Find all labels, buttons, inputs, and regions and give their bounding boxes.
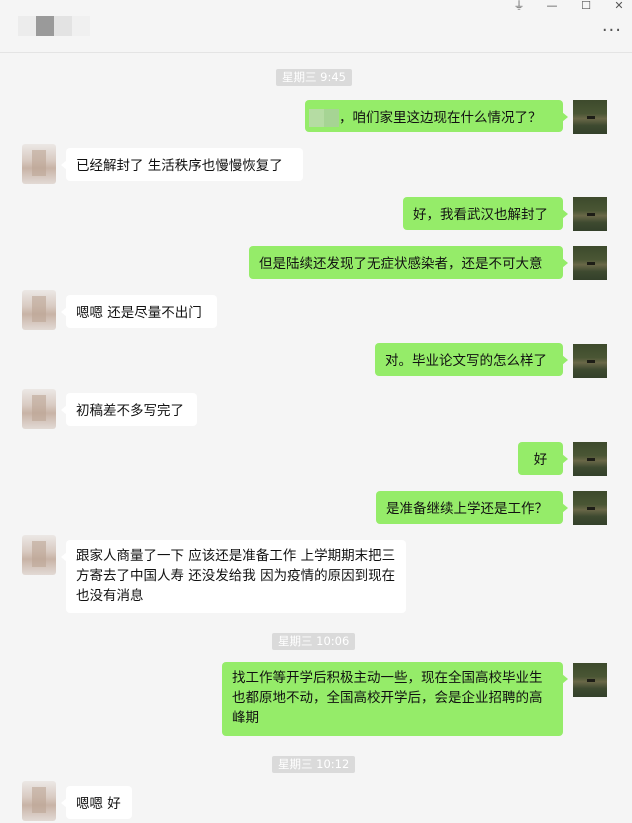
redacted-name [309, 109, 339, 127]
my-avatar[interactable] [573, 442, 607, 476]
contact-name-blurred [18, 16, 98, 36]
message-text: 是准备继续上学还是工作？ [386, 501, 548, 517]
message-bubble-theirs[interactable]: 初稿差不多写完了 [61, 393, 197, 426]
contact-avatar[interactable] [22, 290, 56, 330]
contact-avatar[interactable] [22, 389, 56, 429]
contact-avatar[interactable] [22, 144, 56, 184]
close-button[interactable]: ✕ [608, 0, 630, 14]
my-avatar[interactable] [573, 197, 607, 231]
message-bubble-mine[interactable]: 好 [518, 442, 568, 475]
message-text: 嗯嗯 还是尽量不出门 [76, 305, 202, 321]
message-text: 嗯嗯 好 [76, 796, 121, 812]
timestamp: 星期三 10:06 [272, 633, 356, 650]
message-text: 已经解封了 生活秩序也慢慢恢复了 [76, 158, 283, 174]
message-text: 初稿差不多写完了 [76, 403, 184, 419]
message-bubble-mine[interactable]: 找工作等开学后积极主动一些，现在全国高校毕业生也都原地不动，全国高校开学后，会是… [222, 662, 568, 736]
message-text: 好，我看武汉也解封了 [413, 207, 548, 223]
timestamp: 星期三 9:45 [276, 69, 352, 86]
maximize-button[interactable]: ☐ [575, 0, 597, 14]
message-text: 跟家人商量了一下 应该还是准备工作 上学期期末把三方寄去了中国人寿 还没发给我 … [76, 548, 396, 604]
minimize-button[interactable]: — [541, 0, 563, 14]
my-avatar[interactable] [573, 100, 607, 134]
timestamp: 星期三 10:12 [272, 756, 356, 773]
message-text: 但是陆续还发现了无症状感染者，还是不可大意 [259, 256, 543, 272]
message-bubble-mine[interactable]: 是准备继续上学还是工作？ [376, 491, 568, 524]
message-bubble-theirs[interactable]: 嗯嗯 还是尽量不出门 [61, 295, 217, 328]
contact-avatar[interactable] [22, 535, 56, 575]
message-bubble-theirs[interactable]: 跟家人商量了一下 应该还是准备工作 上学期期末把三方寄去了中国人寿 还没发给我 … [61, 540, 406, 613]
message-bubble-mine[interactable]: 对。毕业论文写的怎么样了 [375, 343, 568, 376]
more-options-icon[interactable]: ··· [602, 22, 622, 40]
my-avatar[interactable] [573, 491, 607, 525]
message-bubble-mine[interactable]: 但是陆续还发现了无症状感染者，还是不可大意 [249, 246, 568, 279]
message-text: 好 [533, 452, 548, 468]
chat-header: ⏚ — ☐ ✕ ··· [0, 0, 632, 53]
message-text: ，咱们家里这边现在什么情况了？ [339, 110, 542, 126]
message-text: 对。毕业论文写的怎么样了 [385, 353, 547, 369]
my-avatar[interactable] [573, 246, 607, 280]
message-bubble-mine[interactable]: 好，我看武汉也解封了 [403, 197, 568, 230]
message-bubble-mine[interactable]: ，咱们家里这边现在什么情况了？ [305, 100, 568, 132]
my-avatar[interactable] [573, 344, 607, 378]
message-bubble-theirs[interactable]: 嗯嗯 好 [61, 786, 132, 819]
pin-icon[interactable]: ⏚ [508, 0, 530, 14]
message-bubble-theirs[interactable]: 已经解封了 生活秩序也慢慢恢复了 [61, 148, 303, 181]
message-text: 找工作等开学后积极主动一些，现在全国高校毕业生也都原地不动，全国高校开学后，会是… [232, 670, 543, 726]
my-avatar[interactable] [573, 663, 607, 697]
contact-avatar[interactable] [22, 781, 56, 821]
